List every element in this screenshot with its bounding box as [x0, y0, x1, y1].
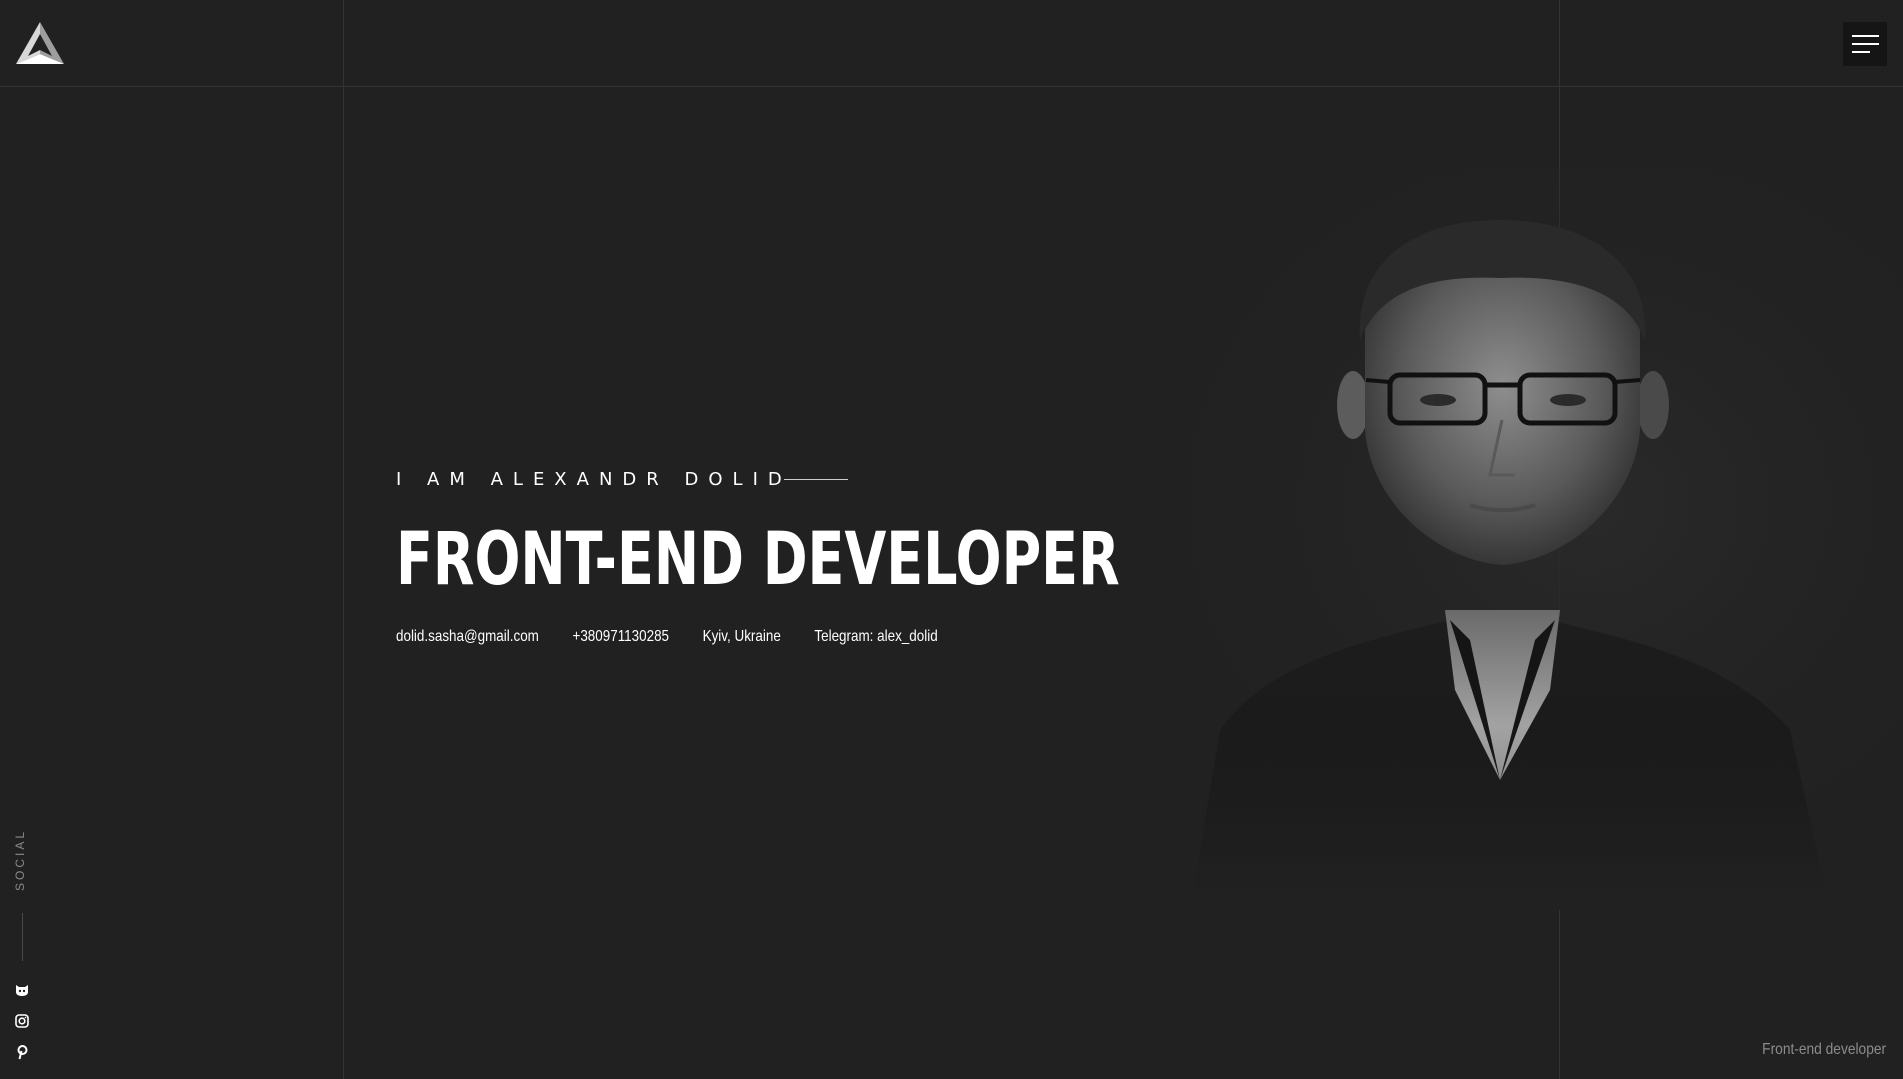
github-icon[interactable]	[14, 982, 30, 998]
contact-telegram-link[interactable]: Telegram: alex_dolid	[814, 628, 937, 646]
guide-line-left	[343, 0, 344, 1079]
intro-divider	[783, 478, 848, 480]
instagram-icon[interactable]	[14, 1013, 30, 1029]
hamburger-menu-icon[interactable]	[1843, 22, 1887, 66]
hero-section: I AM ALEXANDR DOLID FRONT-END DEVELOPER …	[396, 466, 1296, 646]
social-label: SOCIAL	[13, 829, 27, 892]
contact-location: Kyiv, Ukraine	[702, 628, 781, 645]
contact-email-link[interactable]: dolid.sasha@gmail.com	[396, 628, 539, 646]
hero-intro-text: I AM ALEXANDR DOLID	[396, 468, 792, 490]
hero-intro: I AM ALEXANDR DOLID	[396, 466, 1296, 492]
contact-phone-link[interactable]: +380971130285	[572, 628, 669, 646]
menu-bar-1	[1852, 35, 1879, 37]
contact-list: dolid.sasha@gmail.com +380971130285 Kyiv…	[396, 628, 1152, 646]
social-divider	[22, 913, 23, 961]
menu-bar-3	[1852, 51, 1870, 53]
footer-tagline: Front-end developer	[1762, 1041, 1886, 1058]
menu-bar-2	[1852, 43, 1879, 45]
hero-headline: FRONT-END DEVELOPER	[396, 517, 1120, 602]
triangle-logo-icon[interactable]	[14, 20, 66, 66]
social-links	[14, 982, 30, 1060]
pinterest-icon[interactable]	[14, 1044, 30, 1060]
top-bar	[0, 0, 1903, 87]
page: I AM ALEXANDR DOLID FRONT-END DEVELOPER …	[0, 0, 1903, 1079]
